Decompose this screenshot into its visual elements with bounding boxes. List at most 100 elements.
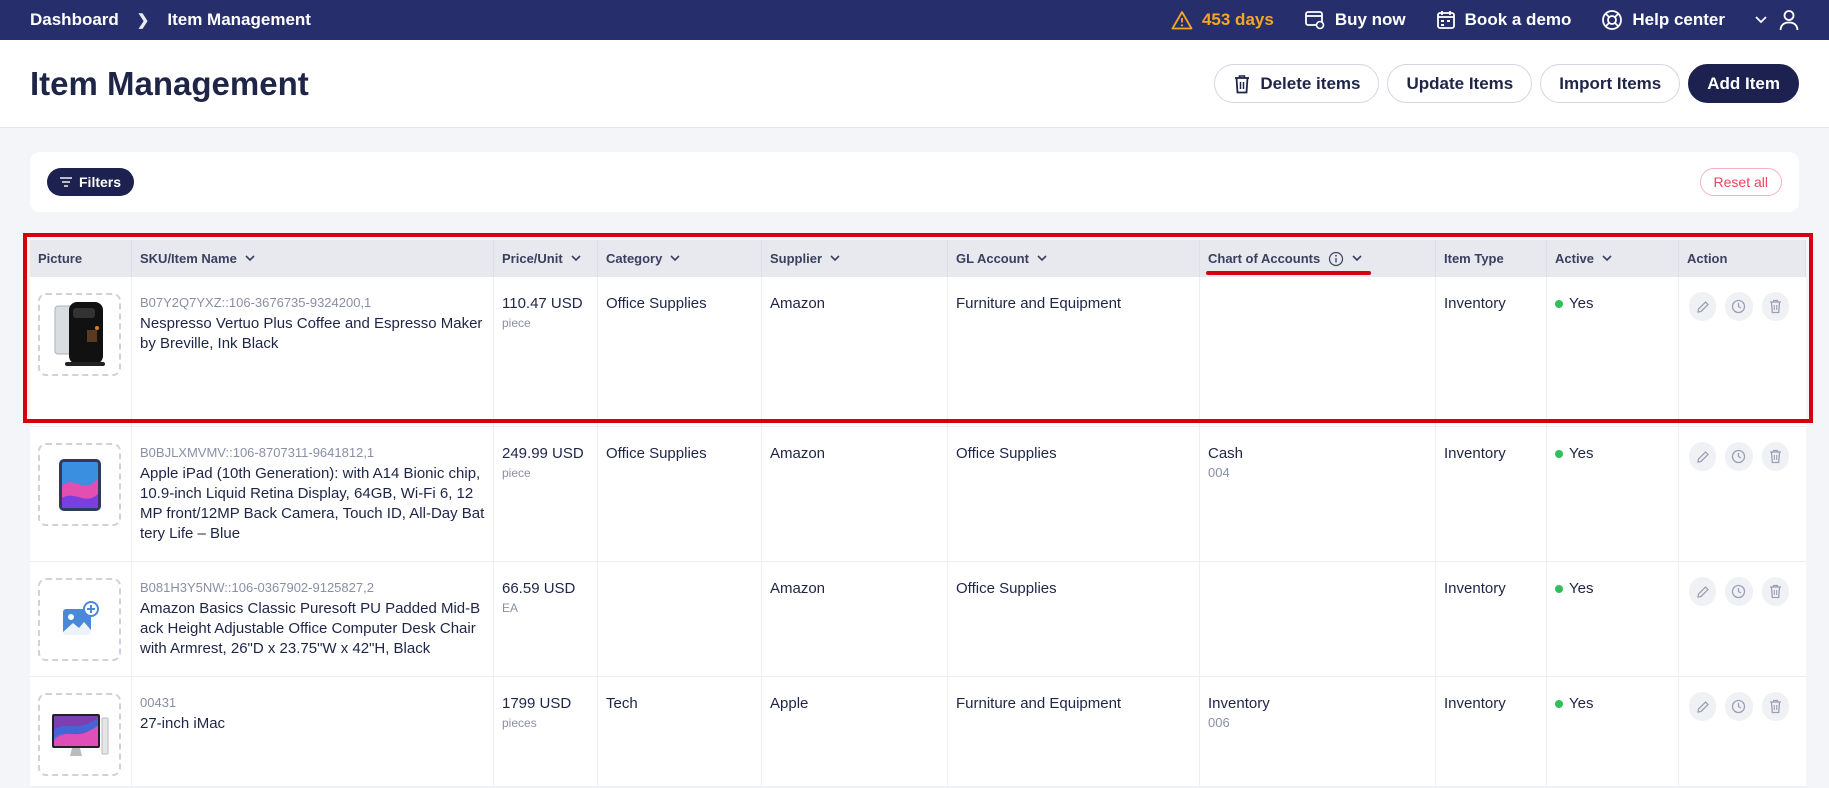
coa-value: Inventory <box>1208 695 1270 712</box>
edit-button[interactable] <box>1689 442 1717 471</box>
page-title: Item Management <box>30 64 309 102</box>
sku-name-cell: B081H3Y5NW::106-0367902-9125827,2 Amazon… <box>132 562 494 676</box>
edit-button[interactable] <box>1689 577 1717 606</box>
category-cell: Office Supplies <box>598 427 762 561</box>
item-name[interactable]: Amazon Basics Classic Puresoft PU Padded… <box>140 599 485 659</box>
trial-days-indicator[interactable]: 453 days <box>1171 10 1274 30</box>
gl-account-cell: Office Supplies <box>948 562 1200 676</box>
import-items-button[interactable]: Import Items <box>1540 64 1681 103</box>
picture-cell <box>30 562 132 676</box>
price-cell: 249.99 USD piece <box>494 427 598 561</box>
pencil-icon <box>1696 585 1709 598</box>
price-value: 1799 USD <box>502 695 572 712</box>
sku-name-cell: 00431 27-inch iMac <box>132 677 494 786</box>
calendar-icon <box>1436 11 1455 29</box>
gl-account-cell: Office Supplies <box>948 427 1200 561</box>
supplier-cell: Amazon <box>762 562 948 676</box>
supplier-cell: Amazon <box>762 427 948 561</box>
price-cell: 66.59 USD EA <box>494 562 598 676</box>
sku-code: B081H3Y5NW::106-0367902-9125827,2 <box>140 580 374 595</box>
chart-of-accounts-cell: Inventory 006 <box>1200 677 1436 786</box>
item-picture-ipad[interactable] <box>38 443 121 526</box>
book-demo-link[interactable]: Book a demo <box>1436 10 1571 30</box>
delete-button[interactable] <box>1761 577 1789 606</box>
filter-icon <box>60 177 72 187</box>
active-cell: Yes <box>1547 562 1679 676</box>
item-type-cell: Inventory <box>1436 677 1547 786</box>
active-cell: Yes <box>1547 427 1679 561</box>
user-menu[interactable] <box>1743 9 1799 31</box>
action-cell <box>1679 677 1806 786</box>
item-type-cell: Inventory <box>1436 562 1547 676</box>
active-status-text: Yes <box>1569 695 1594 712</box>
coa-value: Cash <box>1208 445 1244 462</box>
filters-button[interactable]: Filters <box>47 168 135 196</box>
buy-now-link[interactable]: Buy now <box>1304 10 1406 30</box>
picture-cell <box>30 427 132 561</box>
edit-button[interactable] <box>1689 692 1717 721</box>
trash-icon <box>1769 449 1781 464</box>
table-row[interactable]: B0BJLXMVMV::106-8707311-9641812,1 Apple … <box>30 427 1806 562</box>
reset-all-button[interactable]: Reset all <box>1699 168 1782 196</box>
price-value: 66.59 USD <box>502 580 576 597</box>
category-cell <box>598 562 762 676</box>
trash-icon <box>1769 699 1781 714</box>
table-row[interactable]: 00431 27-inch iMac 1799 USD pieces Tech … <box>30 677 1806 787</box>
buy-now-label: Buy now <box>1334 10 1406 29</box>
user-icon <box>1779 10 1799 31</box>
chevron-down-icon <box>1755 16 1767 24</box>
delete-items-button[interactable]: Delete items <box>1214 64 1380 103</box>
clock-icon <box>1732 584 1746 599</box>
imac-image <box>51 713 108 756</box>
item-name[interactable]: 27-inch iMac <box>140 714 485 734</box>
history-button[interactable] <box>1725 577 1753 606</box>
active-status-text: Yes <box>1569 580 1594 597</box>
item-picture-placeholder[interactable] <box>38 578 121 661</box>
trash-icon <box>1769 584 1781 599</box>
category-cell: Tech <box>598 677 762 786</box>
trial-days-text: 453 days <box>1201 10 1274 29</box>
price-value: 249.99 USD <box>502 445 584 462</box>
table-row[interactable]: B081H3Y5NW::106-0367902-9125827,2 Amazon… <box>30 562 1806 677</box>
update-items-button[interactable]: Update Items <box>1387 64 1533 103</box>
highlight-box-first-row <box>23 233 1813 423</box>
pencil-icon <box>1696 450 1709 463</box>
picture-cell <box>30 677 132 786</box>
action-cell <box>1679 562 1806 676</box>
gl-account-cell: Furniture and Equipment <box>948 677 1200 786</box>
coa-code: 004 <box>1208 465 1230 480</box>
pencil-icon <box>1696 700 1709 713</box>
item-picture-imac[interactable] <box>38 693 121 776</box>
highlight-underline-chart-of-accounts <box>1206 271 1371 275</box>
help-center-label: Help center <box>1632 10 1725 29</box>
breadcrumb-item-management: Item Management <box>167 10 311 29</box>
item-type-cell: Inventory <box>1436 427 1547 561</box>
price-cell: 1799 USD pieces <box>494 677 598 786</box>
delete-button[interactable] <box>1761 442 1789 471</box>
filters-bar: Filters Reset all <box>30 152 1799 212</box>
clock-icon <box>1732 449 1746 464</box>
unit-value: pieces <box>502 716 537 730</box>
clock-icon <box>1732 699 1746 714</box>
filters-label: Filters <box>79 174 122 190</box>
lifebuoy-icon <box>1602 10 1623 30</box>
help-center-link[interactable]: Help center <box>1601 9 1725 31</box>
action-cell <box>1679 427 1806 561</box>
delete-button[interactable] <box>1761 692 1789 721</box>
coa-code: 006 <box>1208 715 1230 730</box>
history-button[interactable] <box>1725 442 1753 471</box>
breadcrumb-dashboard[interactable]: Dashboard <box>30 10 119 30</box>
add-item-button[interactable]: Add Item <box>1688 64 1799 103</box>
sku-name-cell: B0BJLXMVMV::106-8707311-9641812,1 Apple … <box>132 427 494 561</box>
history-button[interactable] <box>1725 692 1753 721</box>
chevron-right-icon: ❯ <box>136 12 150 29</box>
supplier-cell: Apple <box>762 677 948 786</box>
trash-icon <box>1235 74 1250 93</box>
unit-value: piece <box>502 466 531 480</box>
chart-of-accounts-cell: Cash 004 <box>1200 427 1436 561</box>
ipad-image <box>58 458 101 511</box>
top-bar: Dashboard ❯ Item Management 453 days Buy… <box>0 0 1829 40</box>
item-name[interactable]: Apple iPad (10th Generation): with A14 B… <box>140 464 485 544</box>
active-status-text: Yes <box>1569 445 1594 462</box>
active-status-dot <box>1555 449 1563 458</box>
